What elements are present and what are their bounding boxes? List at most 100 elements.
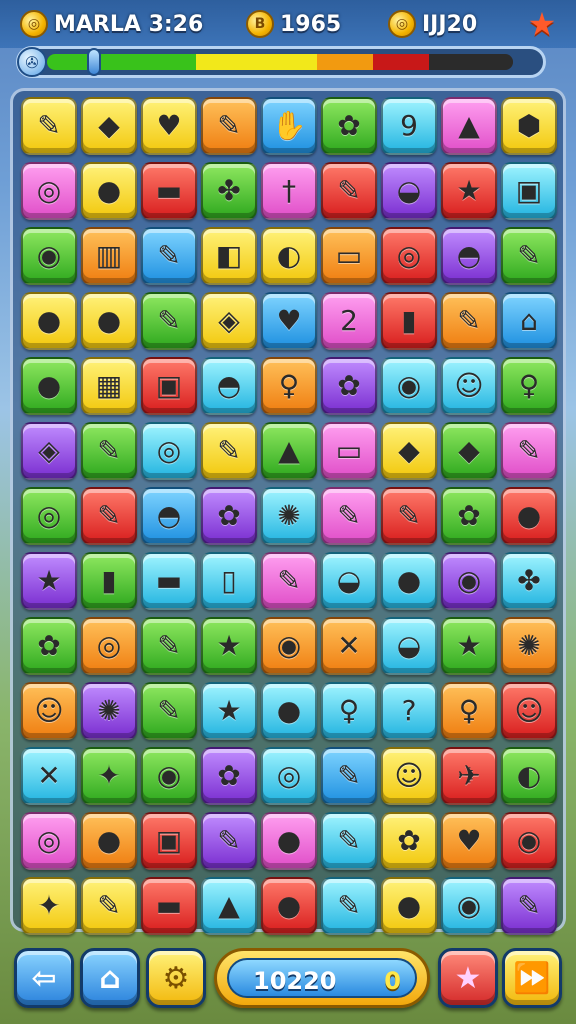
game-tile[interactable]: ★	[441, 162, 497, 220]
game-tile[interactable]: ▲	[261, 422, 317, 480]
game-tile[interactable]: ◎	[141, 422, 197, 480]
game-tile[interactable]: ⬢	[501, 97, 557, 155]
game-tile[interactable]: ★	[441, 617, 497, 675]
game-tile[interactable]: ✎	[261, 552, 317, 610]
game-tile[interactable]: ◆	[381, 422, 437, 480]
game-tile[interactable]: ✺	[501, 617, 557, 675]
game-tile[interactable]: ✎	[501, 877, 557, 935]
game-tile[interactable]: ★	[201, 617, 257, 675]
game-tile[interactable]: ★	[201, 682, 257, 740]
game-tile[interactable]: ✤	[201, 162, 257, 220]
game-tile[interactable]: ♥	[441, 812, 497, 870]
game-tile[interactable]: ✎	[201, 422, 257, 480]
game-tile[interactable]: ●	[81, 162, 137, 220]
game-tile[interactable]: ◓	[141, 487, 197, 545]
game-tile[interactable]: ✕	[321, 617, 377, 675]
game-tile[interactable]: ●	[261, 682, 317, 740]
game-tile[interactable]: ◈	[21, 422, 77, 480]
game-tile[interactable]: ✎	[81, 487, 137, 545]
game-tile[interactable]: ◎	[21, 162, 77, 220]
game-tile[interactable]: ✺	[81, 682, 137, 740]
game-tile[interactable]: ✈	[441, 747, 497, 805]
game-tile[interactable]: ▣	[501, 162, 557, 220]
game-tile[interactable]: ▣	[141, 357, 197, 415]
game-tile[interactable]: ✎	[141, 227, 197, 285]
game-tile[interactable]: ★	[21, 552, 77, 610]
game-tile[interactable]: ▮	[381, 292, 437, 350]
game-tile[interactable]: ✿	[21, 617, 77, 675]
game-tile[interactable]: ●	[81, 292, 137, 350]
game-tile[interactable]: ✦	[21, 877, 77, 935]
game-tile[interactable]: ✎	[141, 682, 197, 740]
game-tile[interactable]: ✿	[441, 487, 497, 545]
game-tile[interactable]: ●	[21, 357, 77, 415]
game-tile[interactable]: ●	[261, 877, 317, 935]
game-tile[interactable]: ♥	[261, 292, 317, 350]
game-tile[interactable]: ◧	[201, 227, 257, 285]
game-tile[interactable]: ▯	[201, 552, 257, 610]
game-tile[interactable]: ✎	[501, 422, 557, 480]
game-tile[interactable]: ✕	[21, 747, 77, 805]
home-button[interactable]: ⌂	[80, 948, 140, 1008]
game-tile[interactable]: ◒	[381, 617, 437, 675]
game-tile[interactable]: ✎	[81, 422, 137, 480]
settings-button[interactable]: ⚙	[146, 948, 206, 1008]
game-tile[interactable]: ✎	[321, 747, 377, 805]
game-tile[interactable]: ●	[381, 552, 437, 610]
game-tile[interactable]: ✎	[321, 487, 377, 545]
game-tile[interactable]: ◉	[501, 812, 557, 870]
game-tile[interactable]: ⌂	[501, 292, 557, 350]
game-tile[interactable]: ◉	[21, 227, 77, 285]
game-tile[interactable]: ◉	[141, 747, 197, 805]
game-tile[interactable]: ✎	[381, 487, 437, 545]
game-tile[interactable]: ▬	[141, 162, 197, 220]
game-tile[interactable]: ◆	[441, 422, 497, 480]
game-tile[interactable]: ▬	[141, 877, 197, 935]
game-tile[interactable]: ◉	[381, 357, 437, 415]
game-tile[interactable]: ✋	[261, 97, 317, 155]
game-tile[interactable]: ◒	[321, 552, 377, 610]
game-tile[interactable]: ✎	[321, 812, 377, 870]
game-tile[interactable]: †	[261, 162, 317, 220]
game-tile[interactable]: ?	[381, 682, 437, 740]
game-tile[interactable]: ◎	[81, 617, 137, 675]
game-tile[interactable]: ●	[501, 487, 557, 545]
game-tile[interactable]: ◓	[201, 357, 257, 415]
game-tile[interactable]: ◆	[81, 97, 137, 155]
game-tile[interactable]: ✦	[81, 747, 137, 805]
game-tile[interactable]: ◈	[201, 292, 257, 350]
star-powerup-button[interactable]: ★	[438, 948, 498, 1008]
game-tile[interactable]: ◎	[381, 227, 437, 285]
game-tile[interactable]: ●	[81, 812, 137, 870]
game-tile[interactable]: ✤	[501, 552, 557, 610]
game-tile[interactable]: ▥	[81, 227, 137, 285]
game-tile[interactable]: ●	[21, 292, 77, 350]
game-tile[interactable]: ✎	[201, 97, 257, 155]
game-tile[interactable]: ♀	[321, 682, 377, 740]
game-tile[interactable]: ▦	[81, 357, 137, 415]
game-tile[interactable]: ✿	[201, 747, 257, 805]
game-tile[interactable]: ▬	[141, 552, 197, 610]
game-tile[interactable]: ◒	[381, 162, 437, 220]
game-tile[interactable]: ✎	[321, 162, 377, 220]
progress-knob[interactable]	[87, 48, 101, 76]
game-tile[interactable]: ✿	[321, 97, 377, 155]
game-tile[interactable]: ✎	[441, 292, 497, 350]
game-tile[interactable]: ●	[261, 812, 317, 870]
back-button[interactable]: ⇦	[14, 948, 74, 1008]
game-tile[interactable]: ♥	[141, 97, 197, 155]
game-tile[interactable]: ✎	[501, 227, 557, 285]
forward-button[interactable]: ⏩	[502, 948, 562, 1008]
game-tile[interactable]: ♀	[501, 357, 557, 415]
game-tile[interactable]: ◉	[441, 552, 497, 610]
game-tile[interactable]: ✎	[141, 617, 197, 675]
game-tile[interactable]: ✎	[321, 877, 377, 935]
star-icon[interactable]: ★	[522, 5, 562, 43]
game-tile[interactable]: ✎	[141, 292, 197, 350]
game-tile[interactable]: 2	[321, 292, 377, 350]
game-tile[interactable]: ▲	[201, 877, 257, 935]
game-tile[interactable]: ☺	[501, 682, 557, 740]
game-tile[interactable]: ☺	[21, 682, 77, 740]
game-tile[interactable]: ☺	[441, 357, 497, 415]
game-tile[interactable]: ✎	[81, 877, 137, 935]
